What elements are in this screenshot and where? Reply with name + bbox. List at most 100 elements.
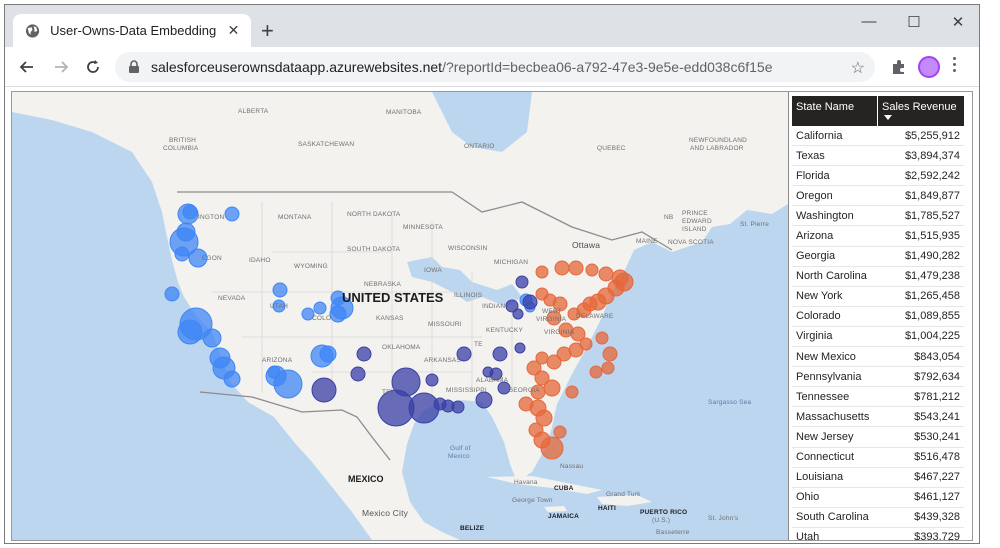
table-row[interactable]: Connecticut $516,478 [792,448,964,468]
map-label-tennessee: TE [474,341,483,348]
map-label-michigan: MICHIGAN [494,259,528,266]
map-bubble[interactable] [174,246,190,262]
map-bubble[interactable] [540,436,564,460]
close-window-button[interactable]: ✕ [948,13,968,31]
map-label-indiana: INDIAN [482,303,505,310]
url-path: /?reportId=becbea06-a792-47e3-9e5e-edd03… [442,59,773,75]
table-row[interactable]: Massachusetts $543,241 [792,407,964,428]
map-bubble[interactable] [223,370,241,388]
table-row[interactable]: South Carolina $439,328 [792,508,964,528]
map-bubble[interactable] [267,365,281,379]
map-bubble[interactable] [514,342,526,354]
map-bubble[interactable] [202,328,222,348]
map-label-nevada: NEVADA [218,295,246,302]
map-bubble[interactable] [311,377,337,403]
map-bubble[interactable] [176,222,196,242]
map-bubble[interactable] [164,286,180,302]
sales-map[interactable]: ALBERTA MANITOBA BRITISH COLUMBIA SASKAT… [12,92,788,540]
table-body: California $5,255,912 Texas $3,894,374 Flori… [792,126,964,541]
cell-state: Florida [796,169,830,182]
table-row[interactable]: Colorado $1,089,855 [792,307,964,327]
cell-revenue: $792,634 [914,370,960,383]
map-label-utah: UTAH [270,303,288,310]
table-row[interactable]: Oregon $1,849,877 [792,186,964,207]
map-bubble[interactable] [433,397,447,411]
table-row[interactable]: New York $1,265,458 [792,287,964,307]
map-bubble[interactable] [595,331,609,345]
back-button[interactable] [17,57,37,77]
map-bubble[interactable] [585,263,599,277]
table-row[interactable]: Virginia $1,004,225 [792,327,964,348]
map-bubble[interactable] [425,373,439,387]
map-bubble[interactable] [522,294,538,310]
map-bubble[interactable] [177,319,203,345]
map-bubble[interactable] [515,275,529,289]
map-label-north-dakota: NORTH DAKOTA [347,211,401,218]
map-bubble[interactable] [602,346,618,362]
table-row[interactable]: New Mexico $843,054 [792,347,964,368]
bookmark-star-icon[interactable]: ☆ [851,58,865,78]
map-label-ottawa: Ottawa [572,240,600,250]
map-bubble[interactable] [554,260,570,276]
browser-menu-icon[interactable] [953,57,957,75]
map-bubble[interactable] [319,345,337,363]
map-label-idaho: IDAHO [249,257,271,264]
map-bubble[interactable] [546,354,562,370]
tab-close-icon[interactable]: ✕ [226,22,241,39]
browser-tab[interactable]: User-Owns-Data Embedding App ✕ [13,14,251,47]
table-row[interactable]: California $5,255,912 [792,126,964,147]
table-row[interactable]: Pennsylvania $792,634 [792,367,964,388]
map-bubble[interactable] [512,308,524,320]
table-row[interactable]: Utah $393,729 [792,528,964,541]
table-row[interactable]: Florida $2,592,242 [792,166,964,187]
map-bubble[interactable] [598,266,614,282]
forward-button[interactable] [51,57,71,77]
reload-button[interactable] [83,57,103,77]
sales-table[interactable]: State Name Sales Revenue California $5,25… [792,96,964,541]
extensions-puzzle-icon[interactable] [889,57,909,77]
jamaica-land [544,506,567,512]
profile-avatar[interactable] [918,56,940,78]
map-label-georgia: GEORGIA [508,387,540,394]
minimize-button[interactable]: — [859,13,879,30]
column-header-state[interactable]: State Name [792,96,878,126]
table-row[interactable]: Ohio $461,127 [792,488,964,508]
table-row[interactable]: Tennessee $781,212 [792,387,964,408]
map-bubble[interactable] [408,392,440,424]
map-label-sargasso: Sargasso Sea [708,399,751,406]
map-bubble[interactable] [589,365,603,379]
table-row[interactable]: Arizona $1,515,935 [792,226,964,247]
cell-state: Virginia [796,330,833,343]
map-bubble[interactable] [535,265,549,279]
table-row[interactable]: North Carolina $1,479,238 [792,267,964,287]
column-header-revenue[interactable]: Sales Revenue [878,96,964,126]
map-bubble[interactable] [475,391,493,409]
table-row[interactable]: Texas $3,894,374 [792,146,964,167]
map-bubble[interactable] [601,361,615,375]
table-row[interactable]: Washington $1,785,527 [792,206,964,227]
new-tab-button[interactable]: + [261,20,274,42]
map-bubble[interactable] [182,204,198,220]
table-row[interactable]: Georgia $1,490,282 [792,247,964,267]
map-bubble[interactable] [543,379,561,397]
table-row[interactable]: New Jersey $530,241 [792,427,964,448]
map-bubble[interactable] [568,260,584,276]
table-row[interactable]: Louisiana $467,227 [792,468,964,488]
cell-revenue: $393,729 [914,531,960,541]
map-label-delaware: DELAWARE [576,313,614,320]
map-bubble[interactable] [272,282,288,298]
map-bubble[interactable] [553,425,567,439]
map-bubble[interactable] [482,366,494,378]
map-bubble[interactable] [492,346,508,362]
map-canvas[interactable]: ALBERTA MANITOBA BRITISH COLUMBIA SASKAT… [12,92,788,540]
address-bar[interactable]: salesforceuserownsdataapp.azurewebsites.… [115,52,875,82]
map-bubble[interactable] [313,301,327,315]
map-bubble[interactable] [565,385,579,399]
map-bubble[interactable] [356,346,372,362]
map-bubble[interactable] [535,287,549,301]
map-bubble[interactable] [350,366,366,382]
cell-state: Texas [796,149,825,162]
cell-state: New York [796,290,843,303]
maximize-button[interactable]: ☐ [904,13,924,31]
map-bubble[interactable] [224,206,240,222]
